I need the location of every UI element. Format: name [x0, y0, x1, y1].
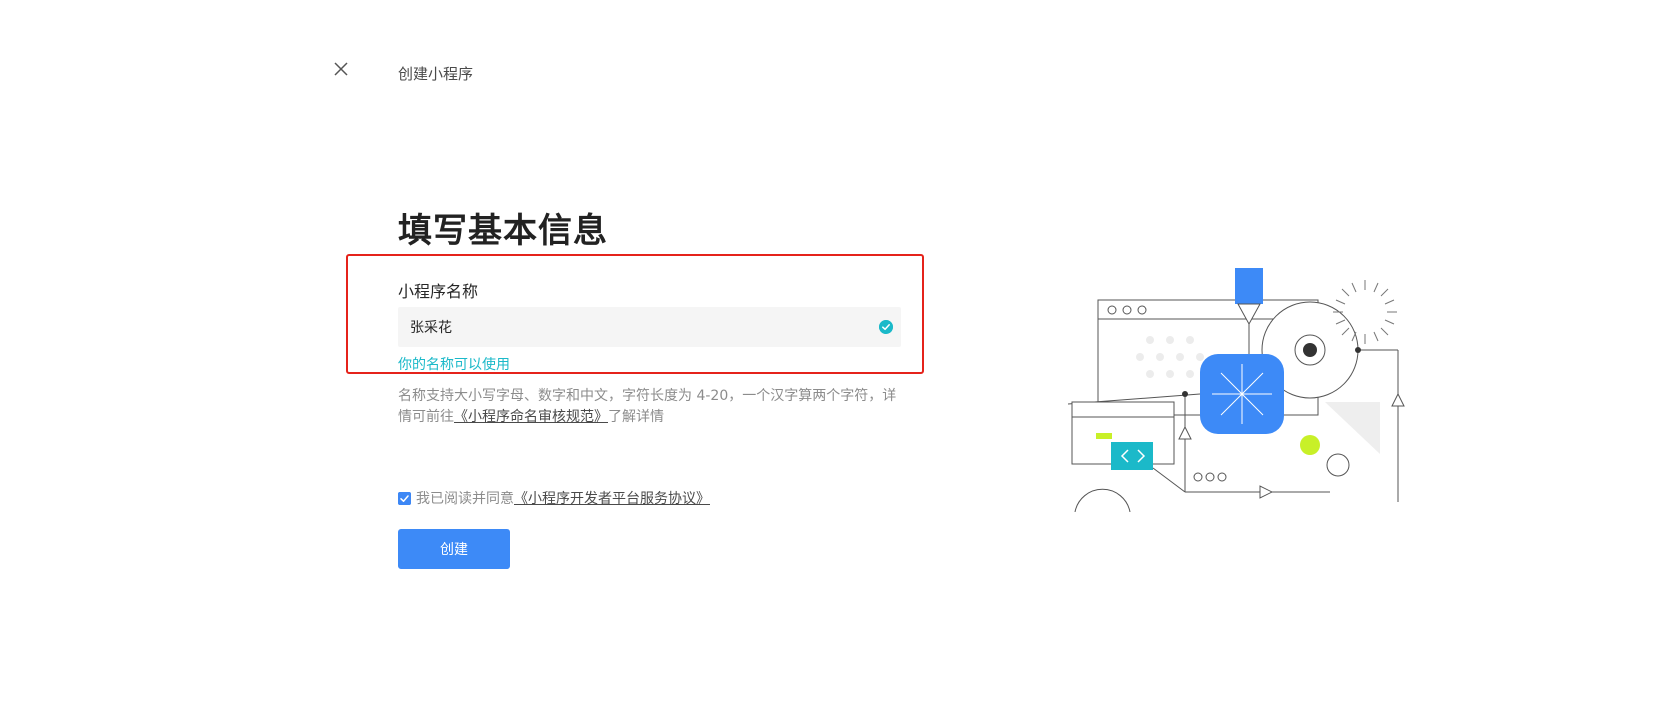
agreement-row: 我已阅读并同意 《小程序开发者平台服务协议》	[398, 488, 710, 508]
agreement-checkbox[interactable]	[398, 491, 411, 505]
arc-graphic	[1074, 488, 1131, 512]
name-valid-message: 你的名称可以使用	[398, 357, 510, 373]
naming-rules-link[interactable]: 《小程序命名审核规范》	[454, 409, 608, 425]
service-agreement-link[interactable]: 《小程序开发者平台服务协议》	[514, 488, 710, 508]
grey-triangle-graphic	[1325, 402, 1380, 454]
sunburst-graphic	[1333, 280, 1397, 344]
app-icon-graphic	[1200, 354, 1284, 434]
name-field-label: 小程序名称	[398, 282, 479, 301]
close-icon[interactable]	[334, 62, 348, 76]
code-icon	[1111, 442, 1153, 470]
name-hint-suffix: 了解详情	[608, 409, 664, 425]
lime-circle-graphic	[1300, 435, 1320, 455]
small-circle-graphic	[1326, 453, 1350, 477]
small-dots-graphic	[1193, 472, 1227, 482]
page-header-title: 创建小程序	[398, 65, 474, 83]
name-input-container	[398, 307, 901, 347]
check-circle-icon	[879, 320, 893, 334]
name-input[interactable]	[398, 307, 870, 347]
name-hint: 名称支持大小写字母、数字和中文，字符长度为 4-20，一个汉字算两个字符，详情可…	[398, 386, 908, 428]
agreement-text: 我已阅读并同意	[416, 491, 514, 507]
dots-grid-graphic	[1136, 336, 1204, 378]
create-button[interactable]: 创建	[398, 529, 510, 569]
blue-bar-graphic	[1235, 268, 1263, 304]
page-title: 填写基本信息	[398, 211, 608, 251]
mini-program-illustration	[1067, 268, 1405, 512]
